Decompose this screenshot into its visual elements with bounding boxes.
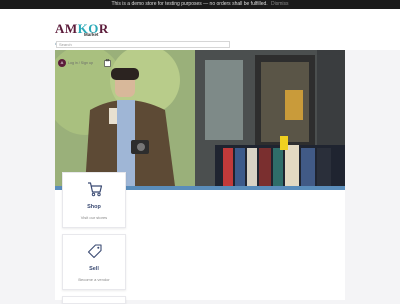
shop-card[interactable]: Shop Visit our stores — [62, 172, 126, 228]
logo-text-am: AM — [55, 21, 78, 36]
shopping-cart-icon — [88, 182, 103, 197]
site-logo[interactable]: AMKOR — [55, 21, 109, 37]
card-subtitle: Become a vendor — [78, 277, 110, 282]
next-card-partial[interactable] — [62, 296, 126, 304]
tag-icon — [87, 244, 102, 259]
logo-text-r: R — [98, 21, 109, 36]
hero-image — [55, 50, 345, 186]
card-title: Shop — [87, 204, 101, 210]
sell-card[interactable]: Sell Become a vendor — [62, 234, 126, 290]
dismiss-link[interactable]: Dismiss — [271, 1, 289, 7]
cart-icon[interactable] — [104, 59, 111, 67]
search-input[interactable]: Search — [56, 41, 230, 48]
card-subtitle: Visit our stores — [80, 215, 108, 220]
logo-subtitle: Market — [84, 32, 99, 37]
account-label[interactable]: Log in / Sign up — [68, 61, 93, 65]
card-title: Sell — [89, 266, 99, 272]
avatar[interactable]: A — [58, 59, 66, 67]
notice-text: This is a demo store for testing purpose… — [111, 1, 268, 7]
hero-photo — [55, 50, 345, 186]
demo-store-notice: This is a demo store for testing purpose… — [0, 0, 400, 9]
